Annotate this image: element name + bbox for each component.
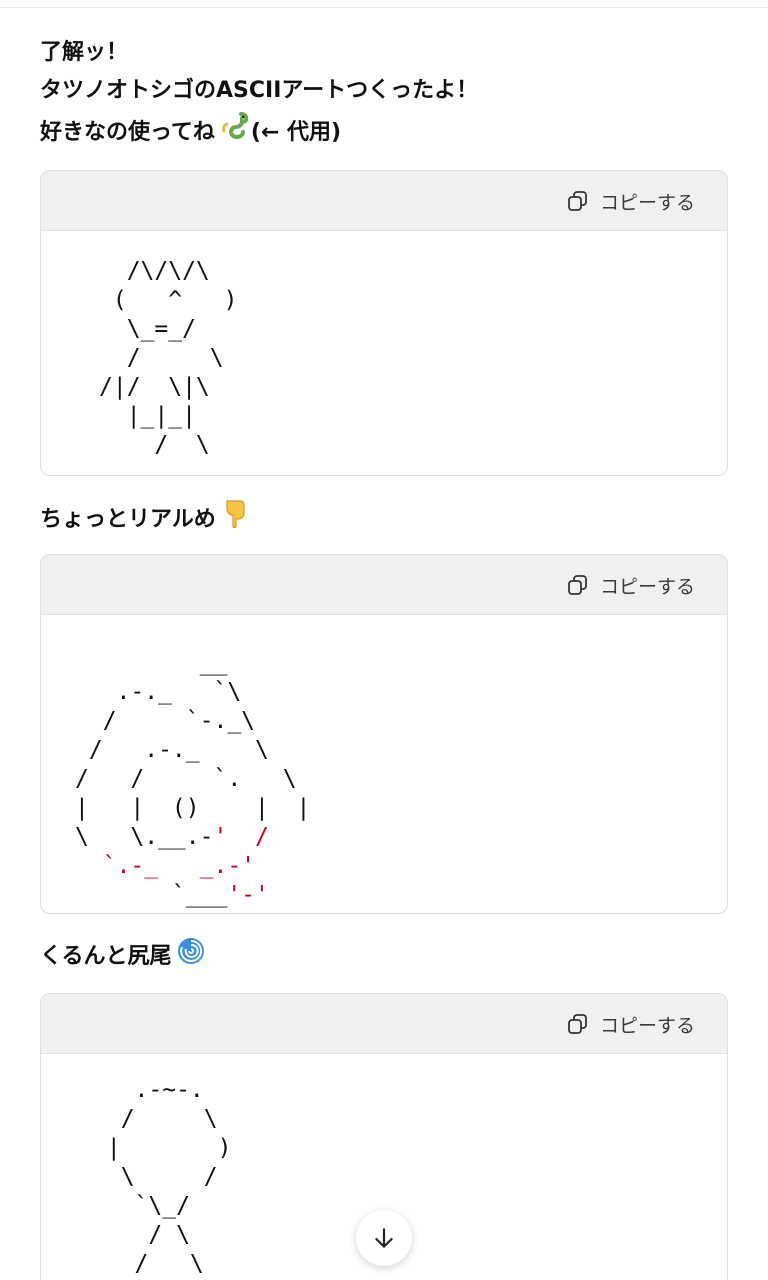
heading-2-text: ちょっとリアルめ <box>40 507 216 532</box>
ascii-art-2: __ .-._ `\ / `-._\ / .-._ \ / / `. \ | | (… <box>75 649 310 910</box>
pointing-down-emoji-icon <box>220 497 250 542</box>
code-block-header: コピーする <box>41 994 727 1054</box>
intro-line-3-text: 好きなの使ってね <box>40 120 215 145</box>
top-divider <box>0 0 768 8</box>
code-block-2: コピーする __ .-._ `\ / `-._\ / .-._ \ / / `. … <box>40 554 728 914</box>
intro-message: 了解ッ！ タツノオトシゴのASCIIアートつくったよ！ 好きなの使ってね (← 代… <box>40 34 478 155</box>
ascii-art-line: __ <box>75 649 310 678</box>
copy-label: コピーする <box>599 191 695 214</box>
ascii-art-1: /\/\/\ ( ^ ) \_=_/ / \ /|/ \|\ |_|_| / \ <box>99 258 238 458</box>
section-heading-2: ちょっとリアルめ <box>40 497 250 542</box>
ascii-art-segment: / / `. \ <box>75 766 297 792</box>
copy-icon <box>568 1014 587 1034</box>
ascii-art-line: `___'-' <box>75 881 310 910</box>
section-heading-3: くるんと尻尾 <box>40 936 206 979</box>
intro-line-2: タツノオトシゴのASCIIアートつくったよ！ <box>40 78 479 103</box>
copy-icon <box>568 191 587 211</box>
arrow-down-icon <box>375 1228 393 1248</box>
ascii-art-segment: \ \.__.- <box>75 824 214 850</box>
dragon-emoji-icon <box>219 110 251 155</box>
ascii-art-segment-red: '-' <box>227 882 269 908</box>
intro-line-1: 了解ッ！ <box>40 40 129 65</box>
ascii-art-segment-red: ' / <box>213 824 269 850</box>
copy-icon <box>568 575 587 595</box>
scroll-down-button[interactable] <box>356 1210 412 1266</box>
copy-label: コピーする <box>599 1014 695 1037</box>
ascii-art-segment: `___ <box>75 882 228 908</box>
copy-button[interactable]: コピーする <box>566 569 695 601</box>
copy-button[interactable]: コピーする <box>566 185 695 217</box>
intro-line-3: 好きなの使ってね (← 代用) <box>40 110 478 155</box>
heading-3-text: くるんと尻尾 <box>40 944 172 969</box>
ascii-art-line: / / `. \ <box>75 765 310 794</box>
ascii-art-line: .-._ `\ <box>75 678 310 707</box>
code-block-header: コピーする <box>41 171 727 231</box>
ascii-art-line: `.-_ _.-' <box>75 852 310 881</box>
intro-line-3-suffix: (← 代用) <box>250 120 342 145</box>
code-block-header: コピーする <box>41 555 727 615</box>
ascii-art-segment-red: `.-_ _.-' <box>75 853 256 879</box>
ascii-art-line: \ \.__.-' / <box>75 823 310 852</box>
copy-label: コピーする <box>599 575 695 598</box>
cyclone-emoji-icon <box>176 936 206 979</box>
ascii-art-segment: / .-._ \ <box>75 737 269 763</box>
ascii-art-segment: / `-._\ <box>75 708 256 734</box>
ascii-art-segment: __ <box>75 650 228 676</box>
ascii-art-line: / `-._\ <box>75 707 310 736</box>
ascii-art-segment: | | () | | <box>75 795 311 821</box>
ascii-art-3: .-~-. / \ | ) \ / `\_/ / \ / \ <box>106 1077 232 1277</box>
ascii-art-line: / .-._ \ <box>75 736 310 765</box>
ascii-art-segment: .-._ `\ <box>75 679 242 705</box>
copy-button[interactable]: コピーする <box>566 1008 695 1040</box>
ascii-art-line: | | () | | <box>75 794 310 823</box>
code-block-1: コピーする /\/\/\ ( ^ ) \_=_/ / \ /|/ \|\ |_|… <box>40 170 728 476</box>
